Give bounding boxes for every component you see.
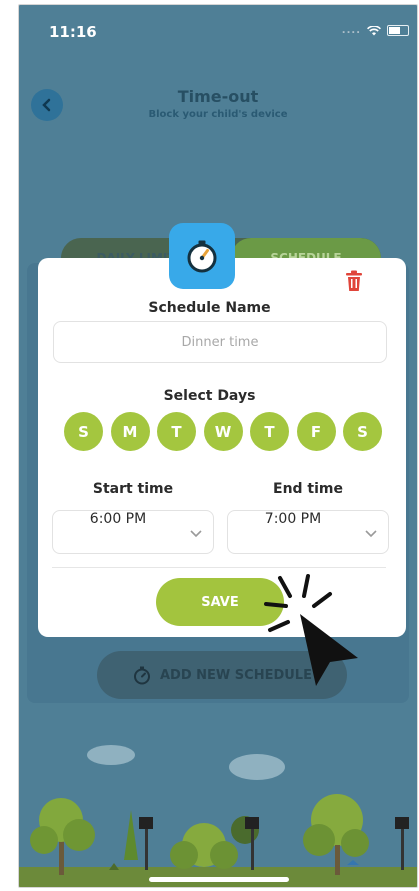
start-time-value: 6:00 PM [89,511,147,527]
wifi-icon [367,25,381,35]
header: Time-out Block your child's device [19,81,417,131]
day-toggle-friday[interactable]: F [296,412,336,451]
trash-icon[interactable] [345,270,363,292]
stopwatch-icon [187,240,217,273]
chevron-down-icon [190,530,202,538]
start-time-select[interactable]: 6:00 PM [52,510,214,554]
home-indicator [149,877,289,882]
modal-icon-badge [169,223,235,289]
day-toggle-monday[interactable]: M [110,412,150,451]
status-bar: 11:16 .... [19,5,417,55]
park-scenery-illustration [19,745,417,887]
day-toggle-tuesday[interactable]: T [157,412,196,451]
start-time-label: Start time [92,481,174,497]
select-days-label: Select Days [163,388,256,404]
day-toggle-sunday[interactable]: S [64,412,103,451]
status-icons: .... [342,25,409,36]
schedule-name-input[interactable] [53,321,387,363]
chevron-down-icon [365,530,377,538]
battery-icon [387,25,409,36]
screenshot-frame: 11:16 .... Time-out Block your child's d… [0,0,419,891]
stopwatch-icon [134,666,150,685]
signal-icon: .... [341,25,361,36]
day-toggle-thursday[interactable]: T [250,412,289,451]
tap-pointer-icon [264,574,358,686]
page-subtitle: Block your child's device [148,109,288,120]
modal-divider [52,567,386,568]
status-time: 11:16 [49,23,97,41]
day-selector: S M T W T F S [64,412,382,452]
day-toggle-saturday[interactable]: S [343,412,382,451]
schedule-name-label: Schedule Name [148,300,271,316]
page-title: Time-out [177,87,259,106]
end-time-label: End time [273,481,343,497]
end-time-select[interactable]: 7:00 PM [227,510,389,554]
day-toggle-wednesday[interactable]: W [203,412,243,451]
end-time-value: 7:00 PM [264,511,322,527]
